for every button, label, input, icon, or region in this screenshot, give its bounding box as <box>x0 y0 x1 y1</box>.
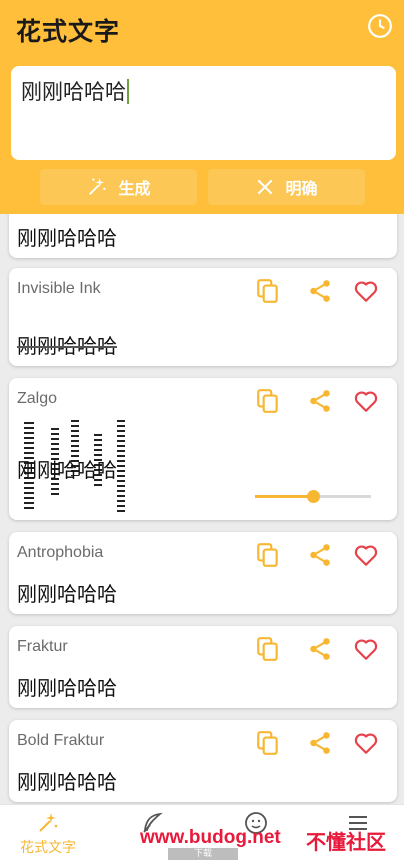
watermark-url: www.budog.net <box>140 827 281 848</box>
card-preview-text: 刚刚哈哈哈 <box>17 582 117 606</box>
heart-icon[interactable] <box>353 730 379 756</box>
card-style-name: Zalgo <box>17 390 58 407</box>
card-preview-text: 刚刚哈哈哈 <box>17 334 117 358</box>
style-card-zalgo[interactable]: Zalgo 刚刚哈哈哈 <box>9 378 397 520</box>
zalgo-diacritics <box>117 420 125 512</box>
app-root: 刚刚哈哈哈 Invisible Ink 刚刚哈哈哈 Zalgo 刚刚哈哈哈 An… <box>0 0 404 860</box>
card-preview-text: 刚刚哈哈哈 <box>17 770 117 794</box>
sparkle-icon <box>89 177 107 195</box>
copy-icon[interactable] <box>255 636 281 662</box>
text-input-value: 刚刚哈哈哈 <box>21 76 129 106</box>
heart-icon[interactable] <box>353 278 379 304</box>
nav-item-fancy-text[interactable]: 花式文字 <box>8 805 88 860</box>
style-card-fraktur[interactable]: Fraktur 刚刚哈哈哈 <box>9 626 397 708</box>
card-preview-text: 刚刚哈哈哈 <box>17 458 117 482</box>
style-card-invisible-ink[interactable]: Invisible Ink 刚刚哈哈哈 <box>9 268 397 366</box>
heart-icon[interactable] <box>353 542 379 568</box>
card-style-name: Antrophobia <box>17 544 104 561</box>
generate-button[interactable]: 生成 <box>40 169 197 205</box>
share-icon[interactable] <box>307 542 333 568</box>
text-input-field[interactable]: 刚刚哈哈哈 <box>11 66 396 160</box>
card-style-name: Bold Fraktur <box>17 732 105 749</box>
card-style-name: Invisible Ink <box>17 280 101 297</box>
magic-wand-icon <box>39 813 58 832</box>
copy-icon[interactable] <box>255 388 281 414</box>
watermark-brand: 不懂社区 <box>306 830 386 854</box>
share-icon[interactable] <box>307 278 333 304</box>
card-actions <box>255 278 385 304</box>
heart-icon[interactable] <box>353 636 379 662</box>
download-tag: 下载 <box>168 848 238 860</box>
card-style-name: Fraktur <box>17 638 68 655</box>
share-icon[interactable] <box>307 730 333 756</box>
clock-icon <box>368 14 392 38</box>
clear-label: 明确 <box>285 179 318 198</box>
clear-button[interactable]: 明确 <box>208 169 365 205</box>
close-icon <box>258 179 273 195</box>
share-icon[interactable] <box>307 636 333 662</box>
nav-label: 花式文字 <box>20 840 76 856</box>
card-preview-text: 刚刚哈哈哈 <box>17 226 117 250</box>
app-header: 花式文字 刚刚哈哈哈 生成 明确 <box>0 0 404 214</box>
card-actions <box>255 542 385 568</box>
card-actions <box>255 636 385 662</box>
style-card-antrophobia[interactable]: Antrophobia 刚刚哈哈哈 <box>9 532 397 614</box>
history-button[interactable] <box>366 12 394 40</box>
card-preview-text: 刚刚哈哈哈 <box>17 676 117 700</box>
copy-icon[interactable] <box>255 278 281 304</box>
copy-icon[interactable] <box>255 542 281 568</box>
heart-icon[interactable] <box>353 388 379 414</box>
page-title: 花式文字 <box>16 17 121 46</box>
slider-fill <box>255 495 313 498</box>
card-actions <box>255 730 385 756</box>
text-caret <box>127 79 129 104</box>
share-icon[interactable] <box>307 388 333 414</box>
copy-icon[interactable] <box>255 730 281 756</box>
slider-thumb[interactable] <box>307 490 320 503</box>
card-actions <box>255 388 385 414</box>
style-card-bold-fraktur[interactable]: Bold Fraktur 刚刚哈哈哈 <box>9 720 397 802</box>
generate-label: 生成 <box>118 179 151 198</box>
intensity-slider[interactable] <box>255 490 371 503</box>
